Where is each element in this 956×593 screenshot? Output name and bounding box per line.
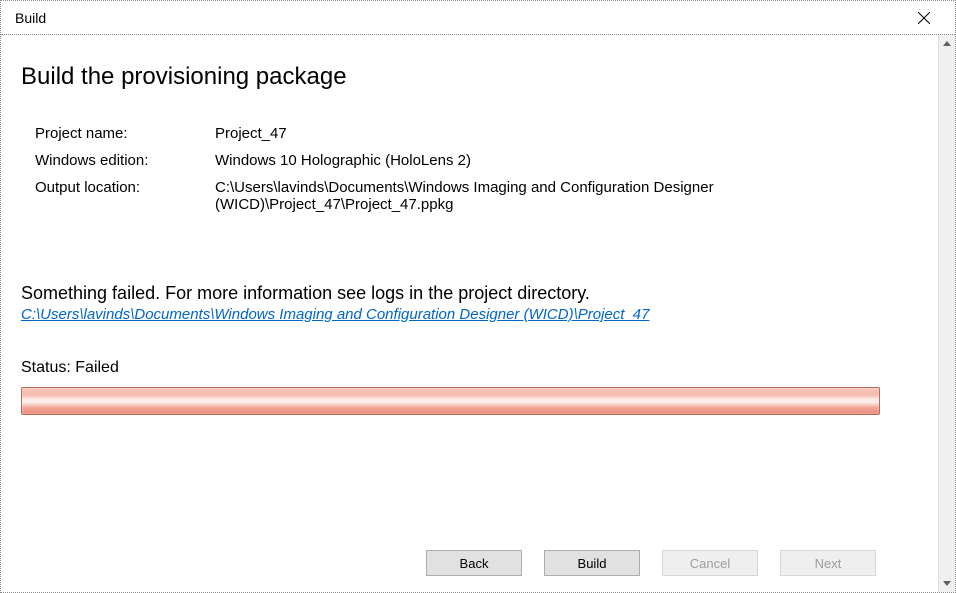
output-location-label: Output location:: [35, 179, 215, 196]
project-dir-link[interactable]: C:\Users\lavinds\Documents\Windows Imagi…: [21, 306, 918, 323]
build-dialog: Build Build the provisioning package Pro…: [0, 0, 956, 593]
back-button[interactable]: Back: [426, 550, 522, 576]
output-location-value: C:\Users\lavinds\Documents\Windows Imagi…: [215, 179, 918, 213]
scroll-track[interactable]: [939, 52, 955, 575]
cancel-button: Cancel: [662, 550, 758, 576]
windows-edition-label: Windows edition:: [35, 152, 215, 169]
output-location-row: Output location: C:\Users\lavinds\Docume…: [35, 179, 918, 213]
close-icon[interactable]: [907, 1, 941, 35]
info-table: Project name: Project_47 Windows edition…: [35, 125, 918, 223]
next-button: Next: [780, 550, 876, 576]
content-wrapper: Build the provisioning package Project n…: [1, 35, 955, 592]
project-name-row: Project name: Project_47: [35, 125, 918, 142]
project-name-value: Project_47: [215, 125, 918, 142]
window-title: Build: [15, 10, 46, 26]
vertical-scrollbar[interactable]: [938, 35, 955, 592]
build-button[interactable]: Build: [544, 550, 640, 576]
scroll-down-icon[interactable]: [939, 575, 955, 592]
progress-bar: [21, 387, 880, 415]
windows-edition-row: Windows edition: Windows 10 Holographic …: [35, 152, 918, 169]
error-message: Something failed. For more information s…: [21, 283, 918, 304]
windows-edition-value: Windows 10 Holographic (HoloLens 2): [215, 152, 918, 169]
scroll-up-icon[interactable]: [939, 35, 955, 52]
content: Build the provisioning package Project n…: [1, 35, 938, 592]
status-line: Status: Failed: [21, 359, 918, 377]
status-value: Failed: [75, 359, 119, 376]
button-row: Back Build Cancel Next: [21, 530, 918, 592]
status-label: Status:: [21, 359, 71, 376]
project-name-label: Project name:: [35, 125, 215, 142]
titlebar: Build: [1, 1, 955, 35]
page-title: Build the provisioning package: [21, 63, 918, 91]
